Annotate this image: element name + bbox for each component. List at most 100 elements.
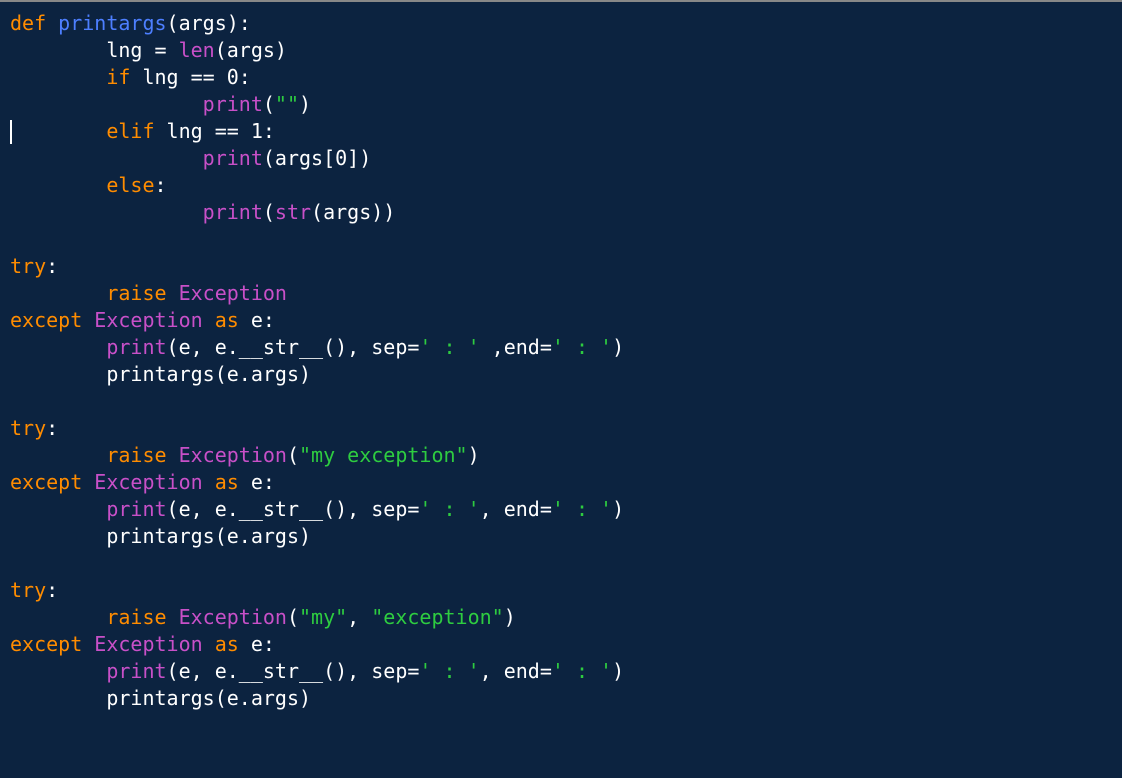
code-token: len	[179, 38, 215, 62]
code-token: print	[203, 200, 263, 224]
code-token: (	[287, 443, 299, 467]
code-token: (	[263, 200, 275, 224]
code-token: ' : '	[419, 335, 479, 359]
code-token: raise	[106, 281, 178, 305]
code-token: print	[203, 92, 263, 116]
code-line[interactable]: except Exception as e:	[10, 631, 1112, 658]
code-token: (e, e.__str__(), sep=	[167, 497, 420, 521]
code-line[interactable]: print(str(args))	[10, 199, 1112, 226]
code-token: )	[299, 92, 311, 116]
code-token: Exception	[94, 632, 214, 656]
code-token: try	[10, 578, 46, 602]
code-token: try	[10, 254, 46, 278]
code-line[interactable]: printargs(e.args)	[10, 523, 1112, 550]
code-token: )	[612, 659, 624, 683]
code-line[interactable]: try:	[10, 415, 1112, 442]
code-token: 1	[251, 119, 263, 143]
code-token: ,end=	[480, 335, 552, 359]
code-token: def	[10, 11, 58, 35]
code-token: (args))	[311, 200, 395, 224]
code-token: :	[46, 254, 58, 278]
code-token: ,	[347, 605, 371, 629]
code-token: elif	[106, 119, 166, 143]
code-token: "my exception"	[299, 443, 468, 467]
code-token: ' : '	[552, 335, 612, 359]
code-token: printargs(e.args)	[106, 524, 311, 548]
code-token: )	[612, 335, 624, 359]
code-token: as	[215, 470, 251, 494]
code-token: except	[10, 632, 94, 656]
code-token: )	[468, 443, 480, 467]
code-line[interactable]: elif lng == 1:	[10, 118, 1112, 145]
code-token: print	[106, 335, 166, 359]
code-token: except	[10, 470, 94, 494]
code-line[interactable]: except Exception as e:	[10, 469, 1112, 496]
code-line[interactable]: try:	[10, 253, 1112, 280]
code-token: ' : '	[552, 497, 612, 521]
code-line[interactable]: raise Exception("my exception")	[10, 442, 1112, 469]
code-line[interactable]: if lng == 0:	[10, 64, 1112, 91]
code-token: (e, e.__str__(), sep=	[167, 335, 420, 359]
code-line[interactable]: lng = len(args)	[10, 37, 1112, 64]
code-token: , end=	[480, 659, 552, 683]
code-line[interactable]: printargs(e.args)	[10, 685, 1112, 712]
code-token: )	[504, 605, 516, 629]
code-token: raise	[106, 605, 178, 629]
code-token: as	[215, 632, 251, 656]
code-token: printargs	[58, 11, 166, 35]
code-token: lng	[106, 38, 154, 62]
code-token: :	[263, 119, 275, 143]
code-token: ' : '	[552, 659, 612, 683]
code-token: Exception	[94, 308, 214, 332]
code-line[interactable]: else:	[10, 172, 1112, 199]
code-token: raise	[106, 443, 178, 467]
code-token: (e, e.__str__(), sep=	[167, 659, 420, 683]
text-cursor	[10, 120, 12, 144]
code-line[interactable]: print(e, e.__str__(), sep=' : ', end=' :…	[10, 496, 1112, 523]
code-line[interactable]: def printargs(args):	[10, 10, 1112, 37]
code-line[interactable]: raise Exception	[10, 280, 1112, 307]
code-line[interactable]	[10, 550, 1112, 577]
code-token: lng	[142, 65, 190, 89]
code-line[interactable]	[10, 226, 1112, 253]
code-token: Exception	[179, 605, 287, 629]
code-token: )	[612, 497, 624, 521]
code-token: (	[287, 605, 299, 629]
code-token: :	[46, 578, 58, 602]
code-line[interactable]: print(e, e.__str__(), sep=' : ' ,end=' :…	[10, 334, 1112, 361]
code-token: ' : '	[419, 659, 479, 683]
code-line[interactable]: print(e, e.__str__(), sep=' : ', end=' :…	[10, 658, 1112, 685]
code-token: print	[106, 659, 166, 683]
code-line[interactable]: printargs(e.args)	[10, 361, 1112, 388]
code-line[interactable]: raise Exception("my", "exception")	[10, 604, 1112, 631]
code-token: Exception	[179, 281, 287, 305]
code-token: Exception	[94, 470, 214, 494]
code-token: if	[106, 65, 142, 89]
code-token: lng	[167, 119, 215, 143]
code-token: "exception"	[371, 605, 503, 629]
code-line[interactable]: print(args[0])	[10, 145, 1112, 172]
code-token: e:	[251, 308, 275, 332]
code-editor[interactable]: def printargs(args): lng = len(args) if …	[10, 10, 1112, 712]
code-line[interactable]: except Exception as e:	[10, 307, 1112, 334]
code-token: :	[239, 65, 251, 89]
code-token: "my"	[299, 605, 347, 629]
code-line[interactable]: try:	[10, 577, 1112, 604]
code-token: except	[10, 308, 94, 332]
code-token: print	[106, 497, 166, 521]
code-token: e:	[251, 470, 275, 494]
code-token: (args):	[167, 11, 251, 35]
code-token: ==	[215, 119, 251, 143]
code-token: str	[275, 200, 311, 224]
code-token: ' : '	[419, 497, 479, 521]
code-token: print	[203, 146, 263, 170]
code-token: , end=	[480, 497, 552, 521]
code-token: 0	[335, 146, 347, 170]
code-token: e:	[251, 632, 275, 656]
code-token: Exception	[179, 443, 287, 467]
code-token: :	[46, 416, 58, 440]
code-token: printargs(e.args)	[106, 362, 311, 386]
code-line[interactable]: print("")	[10, 91, 1112, 118]
code-line[interactable]	[10, 388, 1112, 415]
code-token: ])	[347, 146, 371, 170]
